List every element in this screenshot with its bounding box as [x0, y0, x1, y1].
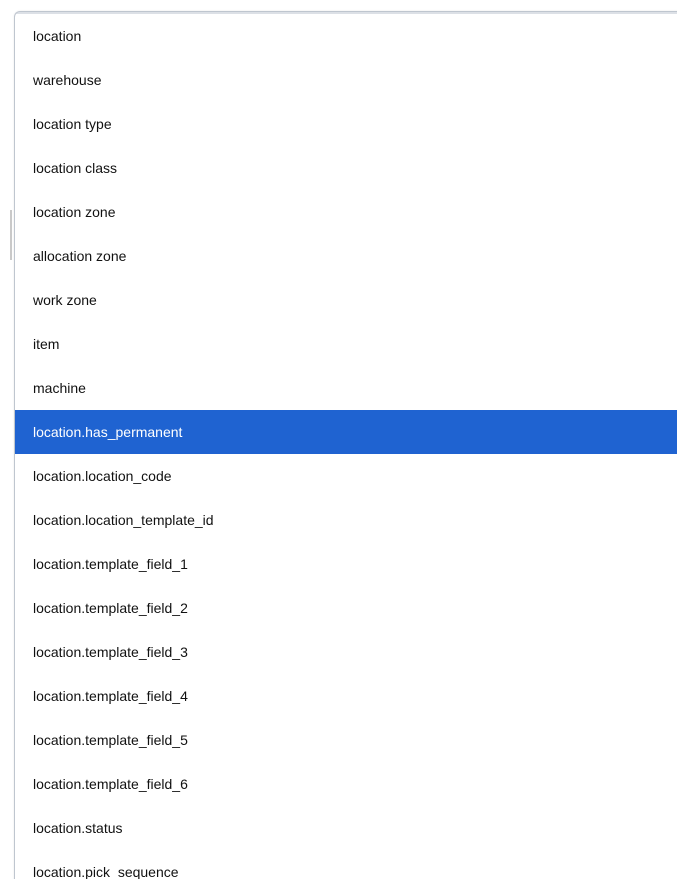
option-warehouse[interactable]: warehouse: [15, 58, 677, 102]
screen: location warehouse location type locatio…: [0, 0, 677, 879]
dropdown-options-list[interactable]: location warehouse location type locatio…: [14, 11, 677, 879]
option-machine[interactable]: machine: [15, 366, 677, 410]
option-location-has-permanent[interactable]: location.has_permanent: [15, 410, 677, 454]
option-location-location-template-id[interactable]: location.location_template_id: [15, 498, 677, 542]
option-item[interactable]: item: [15, 322, 677, 366]
option-location-template-field-1[interactable]: location.template_field_1: [15, 542, 677, 586]
option-allocation-zone[interactable]: allocation zone: [15, 234, 677, 278]
option-location-pick-sequence[interactable]: location.pick_sequence: [15, 850, 677, 879]
option-work-zone[interactable]: work zone: [15, 278, 677, 322]
option-location-template-field-3[interactable]: location.template_field_3: [15, 630, 677, 674]
option-location-template-field-6[interactable]: location.template_field_6: [15, 762, 677, 806]
option-location[interactable]: location: [15, 14, 677, 58]
option-location-status[interactable]: location.status: [15, 806, 677, 850]
option-location-template-field-2[interactable]: location.template_field_2: [15, 586, 677, 630]
option-location-location-code[interactable]: location.location_code: [15, 454, 677, 498]
option-location-class[interactable]: location class: [15, 146, 677, 190]
option-location-template-field-4[interactable]: location.template_field_4: [15, 674, 677, 718]
option-location-type[interactable]: location type: [15, 102, 677, 146]
background-edge: [10, 210, 12, 260]
option-location-template-field-5[interactable]: location.template_field_5: [15, 718, 677, 762]
option-location-zone[interactable]: location zone: [15, 190, 677, 234]
